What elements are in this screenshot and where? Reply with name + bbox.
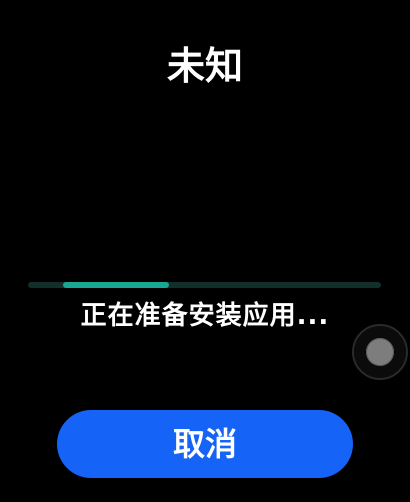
app-title: 未知 (166, 44, 243, 88)
install-progress-fill (63, 282, 170, 288)
install-progress-bar (28, 282, 381, 288)
crown-knob-icon (366, 338, 394, 366)
install-status-text: 正在准备安装应用... (80, 301, 330, 331)
crown-button[interactable] (352, 324, 408, 380)
cancel-button[interactable]: 取消 (57, 410, 353, 478)
